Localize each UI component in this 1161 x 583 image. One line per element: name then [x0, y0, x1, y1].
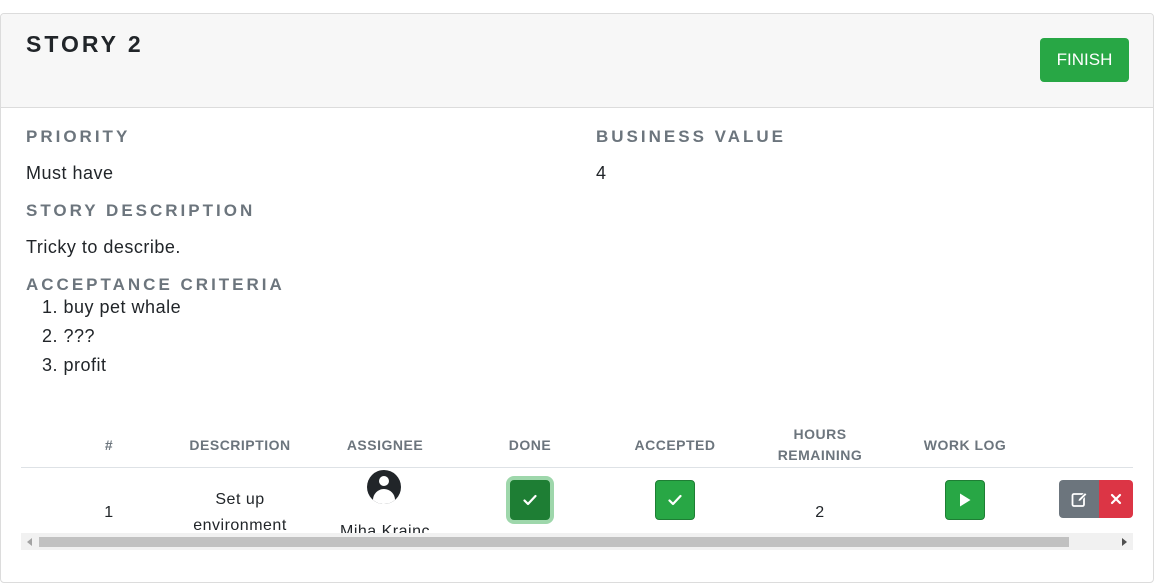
remaining-label: REMAINING [777, 447, 863, 463]
check-icon [668, 494, 682, 506]
hours-remaining-value: 2 [815, 504, 825, 521]
story-description: Tricky to describe. [26, 237, 181, 257]
user-icon [367, 470, 401, 504]
column-header-description: DESCRIPTION [189, 437, 291, 453]
close-icon [1110, 493, 1122, 505]
finish-button[interactable]: FINISH [1040, 38, 1129, 82]
done-checkbox-button[interactable] [510, 480, 550, 520]
scroll-left-arrow-icon[interactable] [27, 538, 32, 546]
priority-label: PRIORITY [26, 127, 131, 146]
card-header: STORY 2 FINISH [1, 14, 1153, 108]
play-icon [960, 493, 971, 507]
check-icon [523, 494, 537, 506]
criteria-item: 1. buy pet whale [42, 297, 182, 317]
scrollbar-thumb[interactable] [39, 537, 1069, 547]
priority-value: Must have [26, 163, 114, 183]
story-description-label: STORY DESCRIPTION [26, 201, 256, 220]
task-number: 1 [104, 504, 114, 521]
edit-icon [1071, 491, 1087, 507]
accepted-checkbox-button[interactable] [655, 480, 695, 520]
business-value-label: BUSINESS VALUE [596, 127, 786, 146]
work-log-button[interactable] [945, 480, 985, 520]
story-title: STORY 2 [26, 31, 144, 57]
task-description: Set up environment [193, 487, 287, 539]
horizontal-scrollbar[interactable] [21, 533, 1133, 550]
scroll-right-arrow-icon[interactable] [1122, 538, 1127, 546]
acceptance-criteria-label: ACCEPTANCE CRITERIA [26, 275, 285, 294]
criteria-item: 3. profit [42, 355, 107, 375]
delete-task-button[interactable] [1099, 480, 1133, 518]
business-value: 4 [596, 163, 607, 183]
column-header-accepted: ACCEPTED [634, 437, 716, 453]
column-header-hours-remaining: HOURS REMAINING [778, 424, 863, 466]
column-header-work-log: WORK LOG [923, 437, 1007, 453]
criteria-item: 2. ??? [42, 326, 96, 346]
hours-label: HOURS [793, 426, 847, 442]
column-header-done: DONE [508, 437, 552, 453]
column-header-assignee: ASSIGNEE [346, 437, 424, 453]
edit-task-button[interactable] [1059, 480, 1099, 518]
acceptance-criteria-list: 1. buy pet whale 2. ??? 3. profit [42, 296, 181, 383]
column-header-number: # [104, 437, 114, 453]
task-description-line: Set up [215, 491, 265, 508]
table-row-divider [21, 467, 1133, 468]
